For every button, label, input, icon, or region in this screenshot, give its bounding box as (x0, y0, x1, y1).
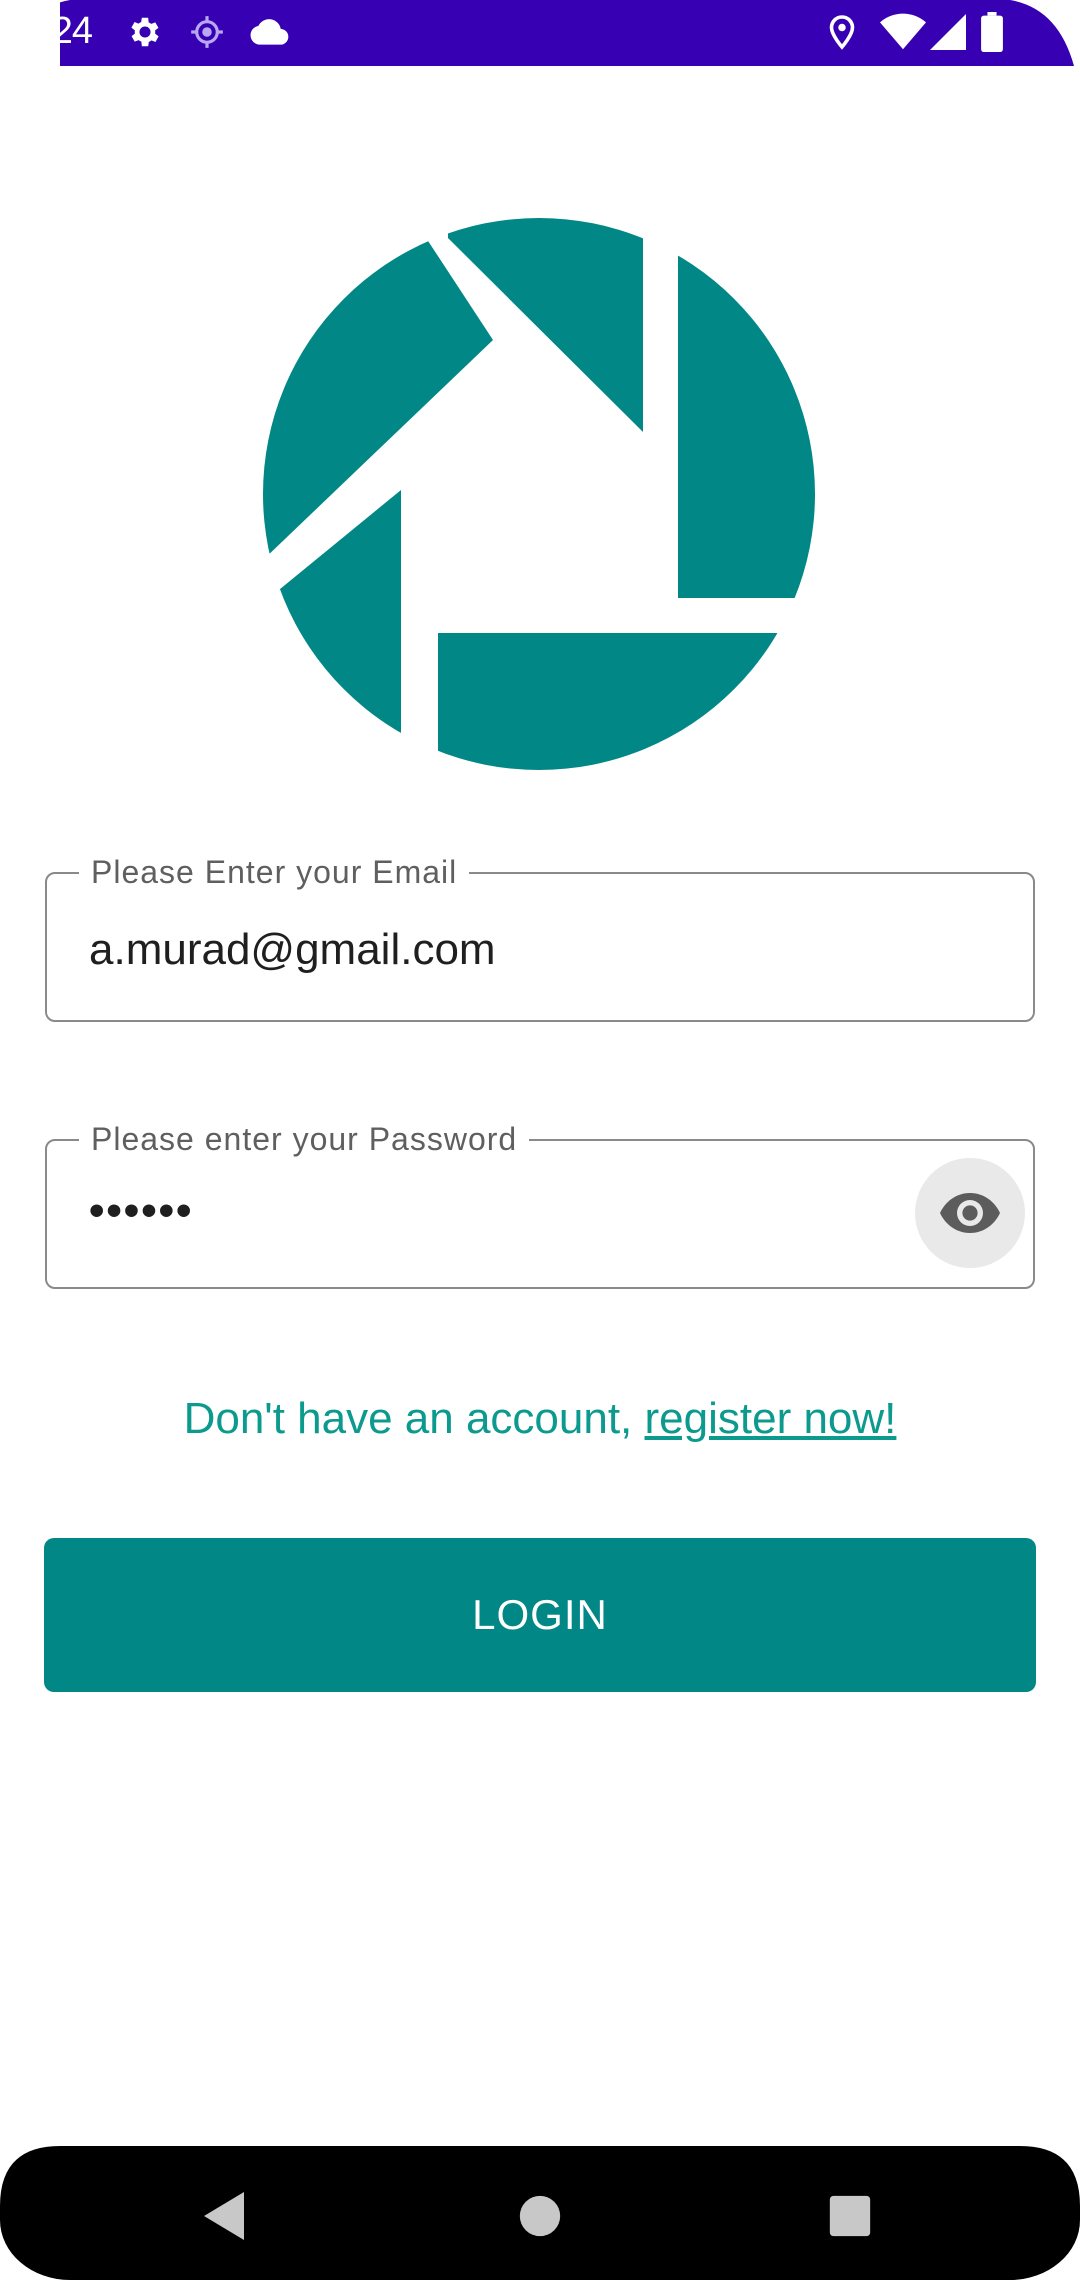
email-input[interactable]: a.murad@gmail.com (89, 924, 496, 976)
display-bottom-corners (0, 2146, 1080, 2206)
register-prompt: Don't have an account, register now! (0, 1394, 1080, 1444)
password-field-label: Please enter your Password (79, 1119, 530, 1159)
eye-icon (940, 1193, 1000, 1233)
login-button[interactable]: LOGIN (44, 1538, 1036, 1692)
register-prompt-text: Don't have an account, (183, 1394, 645, 1443)
register-link[interactable]: register now! (645, 1394, 897, 1443)
camera-aperture-logo (263, 218, 815, 770)
app-logo (263, 218, 815, 770)
toggle-password-visibility-button[interactable] (915, 1158, 1025, 1268)
email-field[interactable]: Please Enter your Email a.murad@gmail.co… (45, 852, 1035, 1022)
password-input[interactable]: •••••• (89, 1185, 193, 1237)
login-screen: 2:24 Please Enter your Email a.murad@gma… (0, 0, 1080, 2280)
password-field[interactable]: Please enter your Password •••••• (45, 1119, 1035, 1289)
display-corners (0, 0, 1080, 66)
email-field-label: Please Enter your Email (79, 852, 470, 892)
